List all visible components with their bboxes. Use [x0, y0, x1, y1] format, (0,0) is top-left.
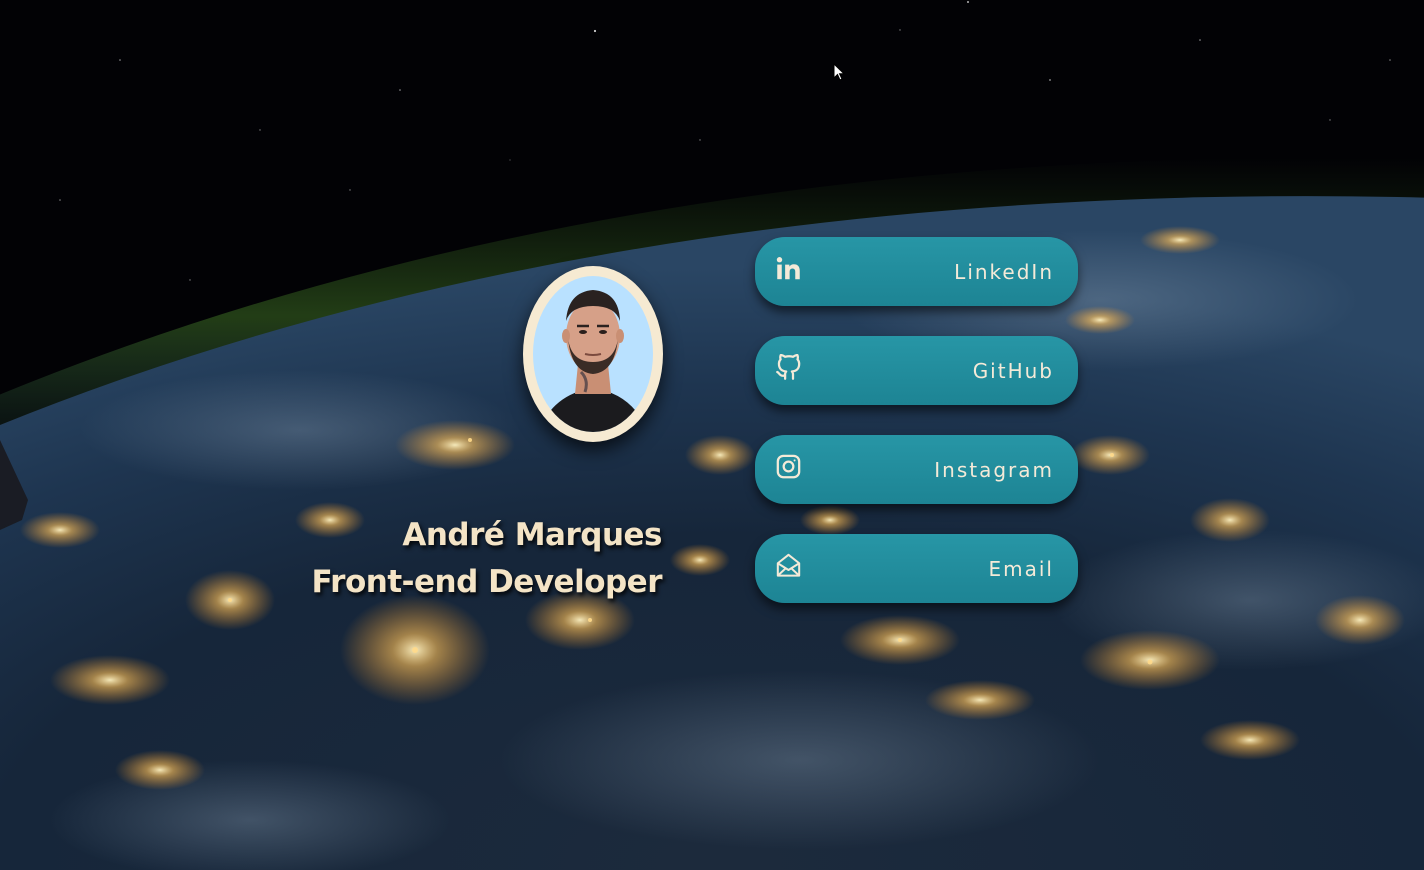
profile-role: Front-end Developer: [311, 564, 662, 600]
github-icon: [775, 353, 802, 381]
instagram-label: Instagram: [934, 458, 1054, 482]
instagram-button[interactable]: Instagram: [755, 435, 1078, 504]
linkedin-label: LinkedIn: [954, 260, 1054, 284]
mouse-cursor-icon: [833, 63, 845, 81]
email-button[interactable]: Email: [755, 534, 1078, 603]
linkedin-icon: [775, 255, 802, 282]
email-icon: [775, 552, 802, 579]
profile-name: André Marques: [402, 517, 662, 553]
profile-info: André Marques Front-end Developer: [311, 512, 662, 606]
github-label: GitHub: [972, 359, 1054, 383]
earth-background-image: [0, 0, 1424, 870]
page: André Marques Front-end Developer Linked…: [0, 0, 1424, 870]
social-links: LinkedIn GitHub Instagram Email: [755, 237, 1078, 603]
profile-photo: [533, 276, 653, 432]
instagram-icon: [775, 453, 802, 480]
avatar: [523, 266, 663, 442]
email-label: Email: [988, 557, 1054, 581]
linkedin-button[interactable]: LinkedIn: [755, 237, 1078, 306]
github-button[interactable]: GitHub: [755, 336, 1078, 405]
